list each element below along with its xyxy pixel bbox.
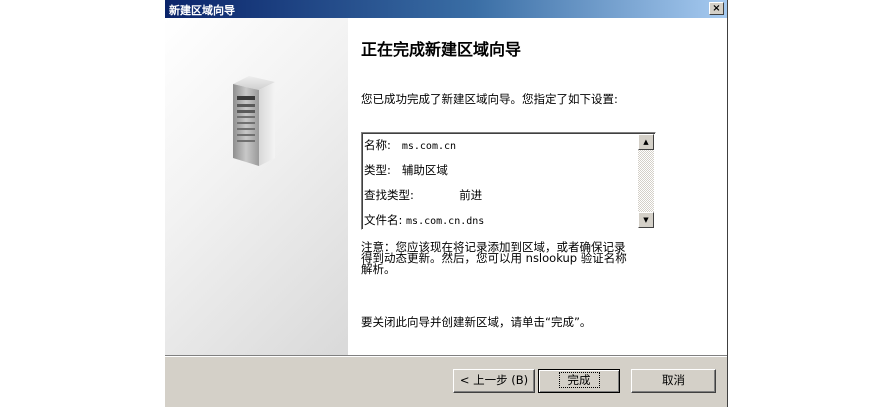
wizard-heading: 正在完成新建区域向导: [361, 40, 522, 59]
settings-summary-box[interactable]: 名称: ms.com.cn 类型: 辅助区域 查找类型: 前进 文件名: ms.…: [361, 132, 656, 230]
summary-file-row: 文件名: ms.com.cn.dns: [364, 212, 484, 228]
title-bar[interactable]: 新建区域向导 ×: [165, 0, 727, 18]
finish-button-label: 完成: [558, 372, 600, 388]
summary-lookup-value: 前进: [459, 188, 483, 202]
server-icon: [233, 76, 275, 166]
intro-text: 您已成功完成了新建区域向导。您指定了如下设置:: [361, 92, 618, 106]
note-line-3: 解析。: [361, 262, 396, 276]
summary-file-value: ms.com.cn.dns: [406, 216, 485, 227]
back-button[interactable]: < 上一步 (B): [453, 369, 535, 393]
summary-type-label: 类型:: [364, 163, 391, 177]
summary-type-row: 类型: 辅助区域: [364, 162, 448, 178]
finish-button[interactable]: 完成: [538, 369, 620, 393]
summary-name-value: ms.com.cn: [401, 141, 457, 152]
note-line-2: 得到动态更新。然后，您可以用 nslookup 验证名称: [361, 251, 627, 265]
window-title: 新建区域向导: [169, 4, 235, 17]
summary-lookup-row: 查找类型: 前进: [364, 187, 482, 203]
summary-name-label: 名称:: [364, 138, 391, 152]
summary-scrollbar[interactable]: ▲ ▼: [638, 134, 654, 228]
wizard-side-panel: [165, 18, 348, 355]
note-text: 注意：您应该现在将记录添加到区域，或者确保记录 得到动态更新。然后，您可以用 n…: [361, 241, 686, 276]
summary-type-value: 辅助区域: [401, 163, 448, 177]
summary-name-row: 名称: ms.com.cn: [364, 137, 456, 153]
summary-lookup-label: 查找类型:: [364, 188, 414, 202]
new-zone-wizard-dialog: 新建区域向导 × 正在完成新建区域向导 您已成功完成了新建区域向导。您指定了如下…: [164, 0, 728, 407]
scroll-up-arrow-icon[interactable]: ▲: [638, 134, 654, 150]
button-separator: [165, 355, 727, 357]
cancel-button[interactable]: 取消: [631, 369, 716, 393]
finish-instruction: 要关闭此向导并创建新区域，请单击“完成”。: [361, 315, 592, 329]
close-button[interactable]: ×: [709, 2, 724, 15]
summary-file-label: 文件名:: [364, 213, 403, 227]
scroll-down-arrow-icon[interactable]: ▼: [638, 212, 654, 228]
wizard-content: 正在完成新建区域向导 您已成功完成了新建区域向导。您指定了如下设置: 名称: m…: [348, 18, 727, 355]
